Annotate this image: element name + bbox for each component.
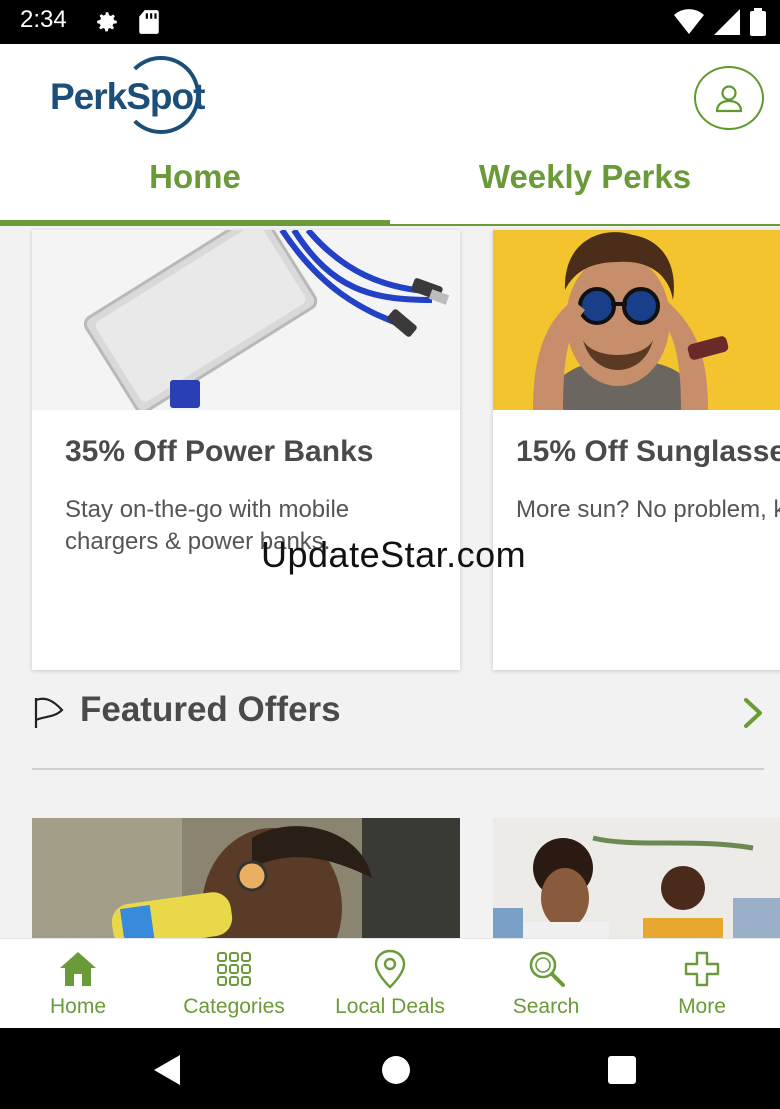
status-bar: 2:34 <box>0 0 780 44</box>
bottom-nav: Home Categories Local Deals Search More <box>0 938 780 1028</box>
plus-icon <box>684 951 720 987</box>
gear-icon <box>97 12 117 32</box>
promo-title: 15% Off Sunglasses <box>516 435 780 468</box>
flag-icon <box>34 697 64 728</box>
cell-signal-icon <box>714 9 740 35</box>
battery-icon <box>750 8 766 36</box>
nav-search[interactable]: Search <box>468 939 624 1029</box>
recents-button[interactable] <box>608 1056 636 1084</box>
power-bank-image <box>32 230 460 410</box>
nav-categories[interactable]: Categories <box>156 939 312 1029</box>
home-button[interactable] <box>382 1056 410 1084</box>
chevron-right-icon[interactable] <box>742 696 764 730</box>
logo-text: PerkSpot <box>50 76 205 117</box>
home-feed[interactable]: 35% Off Power Banks Stay on-the-go with … <box>0 226 780 938</box>
nav-label: Local Deals <box>335 995 445 1018</box>
sunglasses-image <box>493 230 780 410</box>
watermark: UpdateStar.com <box>261 534 527 575</box>
promo-description: More sun? No problem, keep your eyes in … <box>516 496 780 523</box>
section-divider <box>32 768 764 770</box>
featured-offers-header[interactable]: Featured Offers <box>32 688 764 744</box>
wifi-icon <box>674 9 704 34</box>
promo-card[interactable]: 35% Off Power Banks Stay on-the-go with … <box>32 230 460 670</box>
nav-local-deals[interactable]: Local Deals <box>312 939 468 1029</box>
perkspot-logo: PerkSpot <box>50 56 205 138</box>
nav-more[interactable]: More <box>624 939 780 1029</box>
offer-image <box>493 818 780 938</box>
grid-icon <box>217 952 251 986</box>
app-header: PerkSpot Home Weekly Perks <box>0 44 780 226</box>
section-title: Featured Offers <box>80 690 341 729</box>
tab-home[interactable]: Home <box>0 144 390 226</box>
tab-weekly-perks[interactable]: Weekly Perks <box>390 144 780 226</box>
nav-label: Categories <box>183 995 285 1018</box>
profile-button[interactable] <box>694 66 764 130</box>
back-icon[interactable] <box>152 1054 182 1086</box>
home-icon <box>60 952 96 986</box>
featured-offer-card[interactable] <box>493 818 780 938</box>
nav-label: Search <box>512 995 580 1018</box>
status-time: 2:34 <box>20 6 67 33</box>
user-icon <box>715 85 743 113</box>
search-icon <box>529 951 565 987</box>
location-pin-icon <box>374 949 406 989</box>
tab-bar: Home Weekly Perks <box>0 144 780 226</box>
sd-card-icon <box>139 10 159 34</box>
nav-label: Home <box>49 995 107 1018</box>
nav-home[interactable]: Home <box>0 939 156 1029</box>
nav-label: More <box>678 995 726 1018</box>
promo-card[interactable]: 15% Off Sunglasses More sun? No problem,… <box>493 230 780 670</box>
promo-title: 35% Off Power Banks <box>65 435 374 468</box>
featured-offer-card[interactable] <box>32 818 460 938</box>
offer-image <box>32 818 460 938</box>
system-nav-bar <box>0 1028 780 1109</box>
